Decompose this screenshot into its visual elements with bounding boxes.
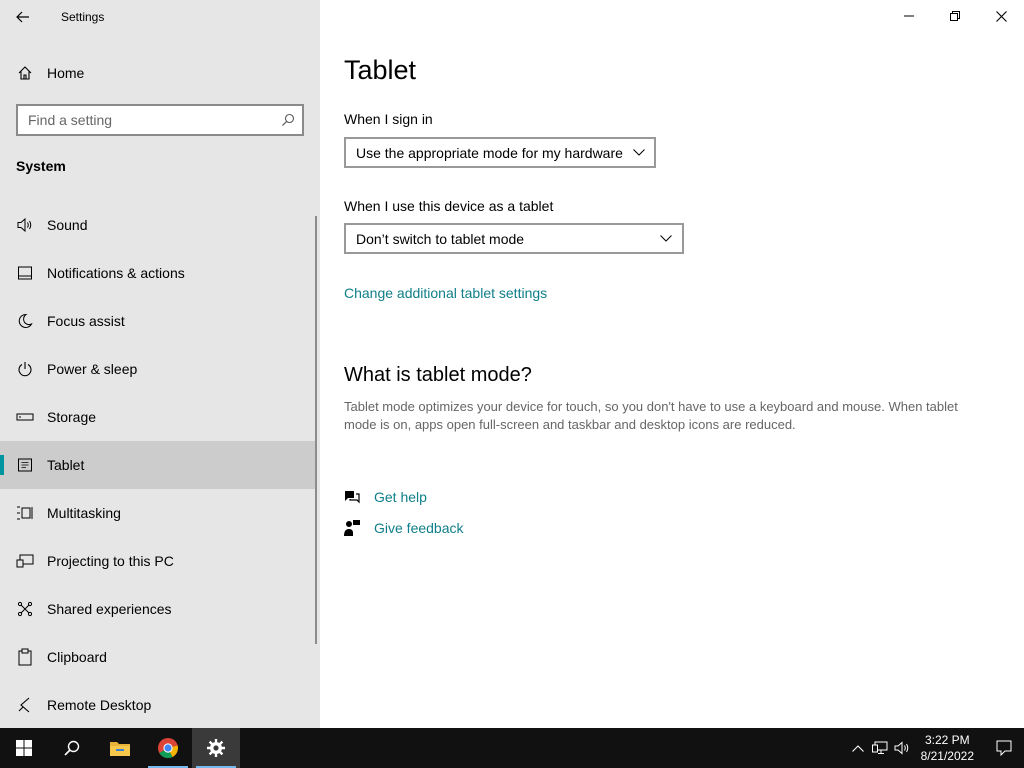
file-explorer-button[interactable] (96, 728, 144, 768)
give-feedback-row[interactable]: Give feedback (342, 518, 464, 538)
tablet-mode-value: Don’t switch to tablet mode (356, 230, 525, 247)
window-controls (886, 0, 1024, 32)
back-arrow-icon (16, 11, 29, 23)
chat-help-icon (342, 487, 362, 507)
get-help-row[interactable]: Get help (342, 487, 427, 507)
back-button[interactable] (0, 0, 46, 34)
home-nav-item[interactable]: Home (0, 55, 320, 91)
storage-icon (15, 407, 35, 427)
network-icon (871, 741, 888, 754)
close-button[interactable] (978, 0, 1024, 32)
sidebar-item-label: Sound (47, 217, 88, 233)
sidebar-item-label: Projecting to this PC (47, 553, 174, 569)
search-input[interactable] (18, 106, 274, 134)
section-title: System (16, 158, 66, 174)
start-icon (16, 740, 32, 756)
moon-icon (15, 311, 35, 331)
chevron-up-icon (851, 744, 864, 752)
settings-icon (207, 739, 225, 757)
shared-experiences-icon (15, 599, 35, 619)
sidebar: Settings Home System Sound Notifications… (0, 0, 320, 728)
sidebar-nav: Sound Notifications & actions Focus assi… (0, 201, 316, 729)
sidebar-item-power-sleep[interactable]: Power & sleep (0, 345, 316, 393)
sign-in-label: When I sign in (344, 111, 433, 127)
search-icon (64, 740, 80, 756)
file-explorer-icon (110, 742, 130, 756)
sidebar-item-shared-experiences[interactable]: Shared experiences (0, 585, 316, 633)
home-icon (17, 65, 33, 81)
page-title: Tablet (344, 55, 417, 85)
search-icon[interactable] (274, 113, 302, 127)
sidebar-item-label: Clipboard (47, 649, 107, 665)
sidebar-item-label: Power & sleep (47, 361, 138, 377)
search-box[interactable] (16, 104, 304, 136)
restore-icon (950, 11, 960, 21)
minimize-button[interactable] (886, 0, 932, 32)
clipboard-icon (15, 647, 35, 667)
action-center-button[interactable] (984, 728, 1024, 768)
volume-button[interactable] (891, 728, 913, 768)
taskbar-search-button[interactable] (48, 728, 96, 768)
sidebar-item-tablet[interactable]: Tablet (0, 441, 316, 489)
tablet-icon (15, 455, 35, 475)
taskbar: 3:22 PM 8/21/2022 (0, 728, 1024, 768)
sidebar-item-multitasking[interactable]: Multitasking (0, 489, 316, 537)
sidebar-item-label: Shared experiences (47, 601, 172, 617)
system-tray: 3:22 PM 8/21/2022 (847, 728, 1024, 768)
sidebar-scrollbar[interactable] (315, 216, 317, 644)
sidebar-item-label: Tablet (47, 457, 85, 473)
restore-button[interactable] (932, 0, 978, 32)
action-center-icon (996, 740, 1012, 756)
tablet-mode-description: Tablet mode optimizes your device for to… (344, 399, 958, 432)
app-title: Settings (61, 10, 105, 24)
multitasking-icon (15, 503, 35, 523)
chrome-button[interactable] (144, 728, 192, 768)
clock-date: 8/21/2022 (920, 749, 974, 763)
sidebar-item-focus-assist[interactable]: Focus assist (0, 297, 316, 345)
sidebar-item-storage[interactable]: Storage (0, 393, 316, 441)
sidebar-item-clipboard[interactable]: Clipboard (0, 633, 316, 681)
sidebar-item-label: Focus assist (47, 313, 125, 329)
chevron-down-icon (658, 235, 674, 242)
change-additional-tablet-settings-link[interactable]: Change additional tablet settings (344, 285, 547, 301)
get-help-link[interactable]: Get help (374, 489, 427, 505)
what-is-tablet-mode-heading: What is tablet mode? (344, 364, 532, 386)
taskbar-clock[interactable]: 3:22 PM 8/21/2022 (921, 732, 974, 764)
settings-taskbar-button[interactable] (192, 728, 240, 768)
sidebar-item-projecting[interactable]: Projecting to this PC (0, 537, 316, 585)
sidebar-item-label: Remote Desktop (47, 697, 152, 713)
volume-icon (894, 741, 908, 755)
sidebar-item-label: Notifications & actions (47, 265, 185, 281)
sidebar-item-notifications[interactable]: Notifications & actions (0, 249, 316, 297)
start-button[interactable] (0, 728, 48, 768)
chrome-icon (158, 738, 178, 759)
give-feedback-link[interactable]: Give feedback (374, 520, 464, 536)
chevron-down-icon (633, 149, 646, 156)
notification-icon (15, 263, 35, 283)
sidebar-item-label: Storage (47, 409, 97, 425)
close-icon (995, 10, 1007, 22)
sidebar-item-label: Multitasking (47, 505, 121, 521)
power-icon (15, 359, 35, 379)
feedback-icon (342, 518, 362, 538)
tablet-mode-dropdown[interactable]: Don’t switch to tablet mode (344, 223, 684, 254)
home-label: Home (47, 65, 85, 81)
tablet-use-label: When I use this device as a tablet (344, 198, 554, 214)
show-hidden-icons-button[interactable] (847, 728, 869, 768)
remote-desktop-icon (15, 695, 35, 715)
sidebar-item-remote-desktop[interactable]: Remote Desktop (0, 681, 316, 729)
title-bar: Settings (0, 0, 320, 34)
network-button[interactable] (869, 728, 891, 768)
sign-in-mode-dropdown[interactable]: Use the appropriate mode for my hardware (344, 137, 656, 168)
speaker-icon (15, 215, 35, 235)
sign-in-mode-value: Use the appropriate mode for my hardware (356, 144, 623, 161)
sidebar-item-sound[interactable]: Sound (0, 201, 316, 249)
minimize-icon (904, 15, 914, 17)
main-content: Tablet When I sign in Use the appropriat… (320, 0, 1024, 728)
projecting-icon (15, 551, 35, 571)
clock-time: 3:22 PM (924, 733, 970, 747)
